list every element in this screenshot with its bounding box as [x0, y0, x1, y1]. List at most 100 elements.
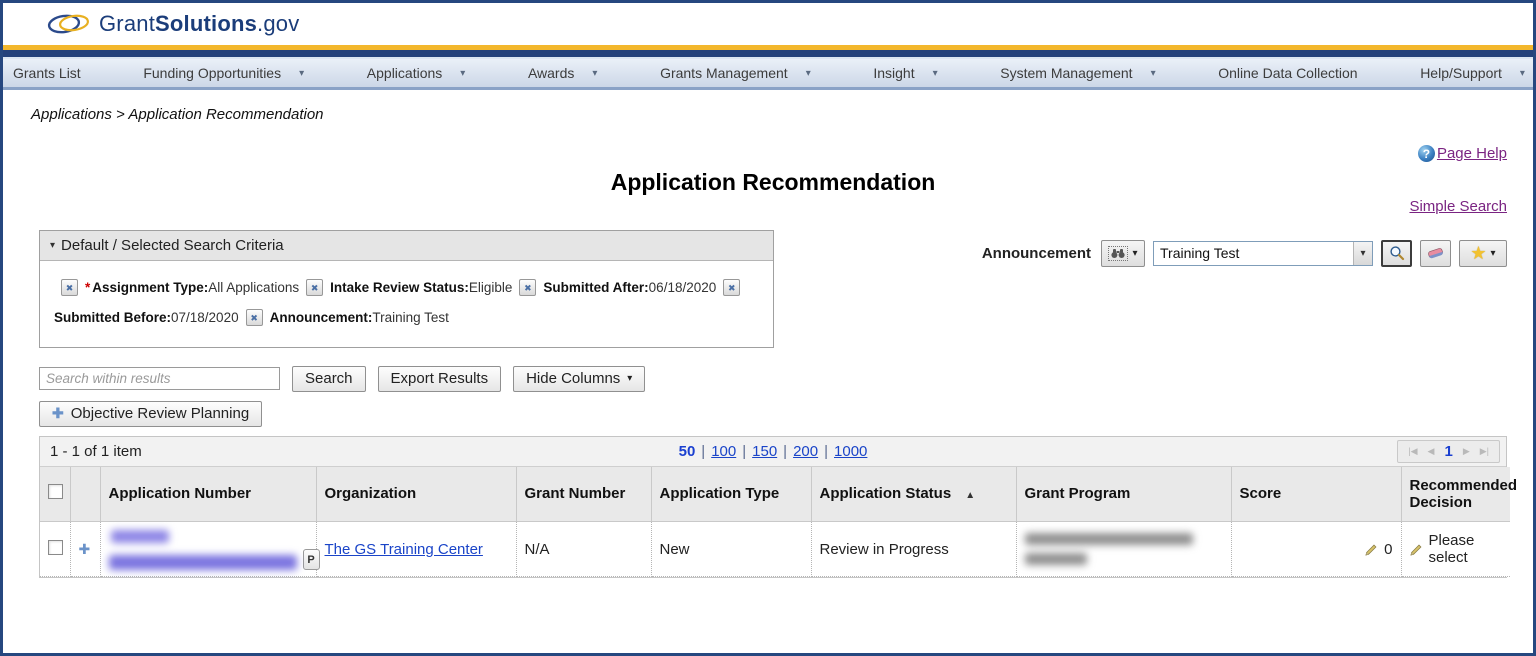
- objective-review-planning-button[interactable]: ✚Objective Review Planning: [39, 401, 262, 427]
- grant-program-cell: [1016, 522, 1231, 577]
- magnifier-icon: [1389, 245, 1405, 261]
- sort-asc-icon: ▲: [965, 490, 975, 501]
- nav-system-management[interactable]: System Management▾: [1000, 65, 1155, 81]
- nav-help-support[interactable]: Help/Support▾: [1420, 65, 1525, 81]
- col-application-number[interactable]: Application Number: [100, 467, 316, 522]
- binoculars-icon: [1108, 246, 1128, 261]
- grantsolutions-logo[interactable]: GrantSolutions.gov: [47, 11, 299, 37]
- remove-criterion-icon[interactable]: ✖: [246, 309, 263, 326]
- table-header-row: Application Number Organization Grant Nu…: [40, 467, 1510, 522]
- application-number-cell: P: [100, 522, 316, 577]
- expand-row-icon[interactable]: ✚: [79, 541, 91, 557]
- navy-stripe: [3, 50, 1533, 57]
- page-help-label[interactable]: Page Help: [1437, 145, 1507, 162]
- simple-search-link[interactable]: Simple Search: [1409, 198, 1507, 215]
- chevron-down-icon: ▾: [460, 68, 465, 79]
- score-cell: 0: [1231, 522, 1401, 577]
- row-expand-cell: ✚: [70, 522, 100, 577]
- criteria-line-2: Submitted Before:07/18/2020✖Announcement…: [54, 303, 759, 333]
- nav-funding-opportunities[interactable]: Funding Opportunities▾: [143, 65, 304, 81]
- col-score[interactable]: Score: [1231, 467, 1401, 522]
- announcement-selected-value: Training Test: [1154, 245, 1239, 261]
- hide-columns-button[interactable]: Hide Columns▾: [513, 366, 645, 392]
- announcement-controls: Announcement ▾ Training Test ▾: [982, 240, 1507, 267]
- search-criteria-header[interactable]: ▾ Default / Selected Search Criteria: [40, 231, 773, 261]
- search-button[interactable]: Search: [292, 366, 366, 392]
- page-size-100-link[interactable]: 100: [711, 443, 736, 460]
- chevron-down-icon: ▾: [1520, 68, 1525, 79]
- row-checkbox[interactable]: [48, 540, 63, 555]
- question-icon: ?: [1418, 145, 1435, 162]
- chevron-down-icon: ▾: [1353, 242, 1372, 265]
- app-header: GrantSolutions.gov: [3, 3, 1533, 45]
- results-table: Application Number Organization Grant Nu…: [40, 467, 1510, 578]
- nav-applications[interactable]: Applications▾: [367, 65, 466, 81]
- main-nav: Grants List Funding Opportunities▾ Appli…: [3, 59, 1533, 90]
- search-criteria-panel: ▾ Default / Selected Search Criteria ✖*A…: [39, 230, 774, 348]
- lookup-button[interactable]: ▾: [1101, 240, 1145, 267]
- page-title: Application Recommendation: [39, 169, 1507, 196]
- chevron-down-icon: ▾: [299, 68, 304, 79]
- saved-searches-button[interactable]: ★ ▾: [1459, 240, 1507, 267]
- redacted-application-number[interactable]: [109, 528, 297, 570]
- search-within-results-input[interactable]: [39, 367, 280, 390]
- application-status-cell: Review in Progress: [811, 522, 1016, 577]
- remove-criterion-icon[interactable]: ✖: [61, 279, 78, 296]
- recommended-decision-value: Please select: [1429, 532, 1503, 566]
- breadcrumb: Applications > Application Recommendatio…: [17, 106, 1507, 123]
- required-asterisk: *: [85, 280, 90, 295]
- eraser-icon: [1427, 247, 1444, 259]
- recommended-decision-cell: Please select: [1401, 522, 1510, 577]
- nav-grants-list[interactable]: Grants List: [13, 65, 81, 81]
- pagination-bar: 1 - 1 of 1 item 50|100|150|200|1000 |◀ ◀…: [40, 437, 1506, 467]
- col-application-type[interactable]: Application Type: [651, 467, 811, 522]
- edit-pencil-icon[interactable]: [1365, 543, 1378, 556]
- chevron-down-icon: ▾: [1151, 68, 1156, 79]
- col-recommended-decision[interactable]: Recommended Decision: [1401, 467, 1510, 522]
- chevron-down-icon: ▾: [1132, 248, 1137, 259]
- star-icon: ★: [1470, 244, 1486, 262]
- col-organization[interactable]: Organization: [316, 467, 516, 522]
- remove-criterion-icon[interactable]: ✖: [519, 279, 536, 296]
- nav-grants-management[interactable]: Grants Management▾: [660, 65, 811, 81]
- logo-text: GrantSolutions.gov: [99, 11, 299, 37]
- select-all-header: [40, 467, 70, 522]
- run-search-button[interactable]: [1381, 240, 1412, 267]
- col-application-status[interactable]: Application Status▲: [811, 467, 1016, 522]
- nav-awards[interactable]: Awards▾: [528, 65, 597, 81]
- page-size-selector: 50|100|150|200|1000: [40, 443, 1506, 460]
- page-size-200-link[interactable]: 200: [793, 443, 818, 460]
- chevron-down-icon: ▾: [933, 68, 938, 79]
- results-table-container: 1 - 1 of 1 item 50|100|150|200|1000 |◀ ◀…: [39, 436, 1507, 579]
- organization-link[interactable]: The GS Training Center: [325, 541, 483, 558]
- print-badge-icon[interactable]: P: [303, 549, 320, 570]
- select-all-checkbox[interactable]: [48, 484, 63, 499]
- remove-criterion-icon[interactable]: ✖: [723, 279, 740, 296]
- col-grant-program[interactable]: Grant Program: [1016, 467, 1231, 522]
- announcement-select[interactable]: Training Test ▾: [1153, 241, 1373, 266]
- page-help-link[interactable]: ? Page Help: [1418, 145, 1507, 162]
- nav-online-data-collection[interactable]: Online Data Collection: [1218, 65, 1357, 81]
- nav-insight[interactable]: Insight▾: [873, 65, 937, 81]
- edit-pencil-icon[interactable]: [1410, 543, 1423, 556]
- logo-swoosh-icon: [47, 11, 91, 37]
- page-size-1000-link[interactable]: 1000: [834, 443, 867, 460]
- table-row: ✚ P The GS Training Center N/A New Revie…: [40, 522, 1510, 577]
- grant-number-cell: N/A: [516, 522, 651, 577]
- chevron-down-icon: ▾: [592, 68, 597, 79]
- search-criteria-body: ✖*Assignment Type:All Applications✖Intak…: [40, 261, 773, 347]
- chevron-down-icon: ▾: [806, 68, 811, 79]
- plus-icon: ✚: [52, 405, 64, 422]
- collapse-arrow-icon: ▾: [50, 240, 55, 251]
- remove-criterion-icon[interactable]: ✖: [306, 279, 323, 296]
- chevron-down-icon: ▾: [627, 373, 632, 384]
- application-type-cell: New: [651, 522, 811, 577]
- col-grant-number[interactable]: Grant Number: [516, 467, 651, 522]
- page-size-150-link[interactable]: 150: [752, 443, 777, 460]
- criteria-line-1: ✖*Assignment Type:All Applications✖Intak…: [54, 273, 759, 303]
- organization-cell: The GS Training Center: [316, 522, 516, 577]
- export-results-button[interactable]: Export Results: [378, 366, 502, 392]
- score-value: 0: [1384, 541, 1392, 558]
- announcement-label: Announcement: [982, 245, 1091, 262]
- clear-search-button[interactable]: [1420, 240, 1451, 267]
